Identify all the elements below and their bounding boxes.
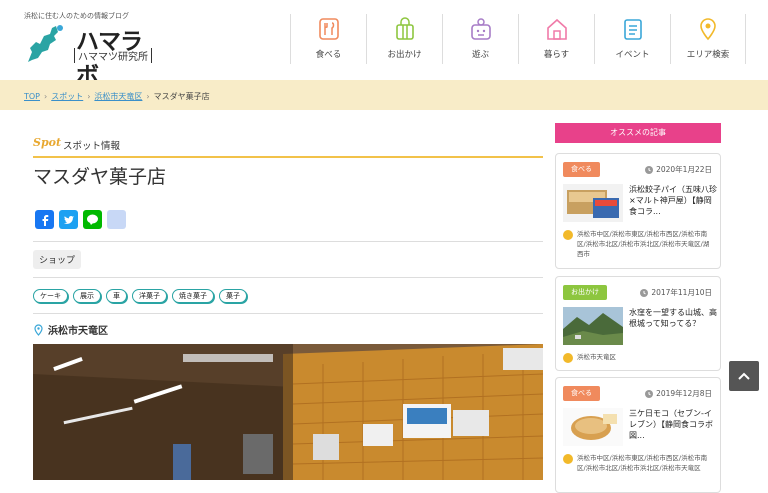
spot-script-label: Spot [33, 136, 62, 149]
map-pin-icon [695, 16, 721, 42]
chevron-up-icon [738, 372, 750, 380]
spot-heading: Spot スポット情報 [33, 136, 543, 158]
dining-icon [316, 16, 342, 42]
article-thumbnail[interactable] [563, 184, 623, 222]
article-title[interactable]: 三ケ日モコ（セブン-イレブン）【静岡食コラボ図... [629, 408, 717, 441]
article-thumbnail[interactable] [563, 307, 623, 345]
nav-item-living[interactable]: 暮らす [518, 14, 594, 64]
divider [33, 313, 543, 314]
nav-label: 遊ぶ [471, 50, 489, 60]
category-tag[interactable]: ショップ [33, 250, 82, 269]
breadcrumb-bar: TOP › スポット › 浜松市天竜区 › マスダヤ菓子店 [0, 80, 768, 110]
main-content: Spot スポット情報 マスダヤ菓子店 ショップ ケーキ 展示 車 洋菓子 焼き… [33, 110, 543, 480]
nav-item-outing[interactable]: お出かけ [366, 14, 442, 64]
article-date: 2019年12月8日 [645, 388, 712, 399]
date-text: 2019年12月8日 [656, 389, 712, 398]
house-icon [544, 16, 570, 42]
article-date: 2017年11月10日 [640, 287, 712, 298]
calendar-icon [620, 16, 646, 42]
tag-item[interactable]: 車 [106, 289, 127, 303]
sidebar-heading: オススメの記事 [555, 123, 721, 143]
share-buttons [35, 210, 126, 229]
recommended-article-card[interactable]: 食べる 2020年1月22日 浜松餃子パイ（五味八珍×マルト神戸屋）【静岡食コラ… [555, 153, 721, 269]
area-text: 浜松市天竜区 [48, 326, 108, 337]
breadcrumb-current: マスダヤ菓子店 [153, 92, 210, 101]
line-icon [87, 214, 98, 225]
recommended-article-card[interactable]: お出かけ 2017年11月10日 水窪を一望する山城、高根城って知ってる？ 浜松… [555, 276, 721, 371]
nav-label: イベント [615, 50, 650, 60]
sidebar: オススメの記事 食べる 2020年1月22日 浜松餃子パイ（五味八珍×マルト神戸… [555, 123, 721, 493]
play-icon [468, 16, 494, 42]
recommended-article-card[interactable]: 食べる 2019年12月8日 三ケ日モコ（セブン-イレブン）【静岡食コラボ図..… [555, 377, 721, 493]
chevron-right-icon: › [146, 92, 150, 101]
date-text: 2017年11月10日 [651, 288, 712, 297]
site-tagline: 浜松に住む人のための情報ブログ [24, 12, 129, 20]
clock-icon [645, 165, 654, 174]
twitter-icon [63, 215, 74, 224]
logo-map-icon [28, 25, 63, 62]
tag-item[interactable]: 焼き菓子 [172, 289, 214, 303]
article-thumbnail[interactable] [563, 408, 623, 446]
area-text: 浜松市天竜区 [577, 353, 616, 361]
pie-package-image [563, 184, 623, 222]
area-text: 浜松市中区/浜松市東区/浜松市西区/浜松市南区/浜松市北区/浜松市浜北区/浜松市… [577, 454, 708, 472]
facebook-icon [42, 214, 48, 226]
breadcrumb-spot-link[interactable]: スポット [51, 91, 83, 102]
twitter-share-button[interactable] [59, 210, 78, 229]
page-title: マスダヤ菓子店 [33, 166, 167, 188]
divider [33, 241, 543, 242]
area-label[interactable]: 浜松市天竜区 [33, 322, 108, 337]
nav-item-area-search[interactable]: エリア検索 [670, 14, 746, 64]
pin-icon [563, 353, 573, 363]
bag-icon [392, 16, 418, 42]
main-nav: 食べる お出かけ 遊ぶ 暮らす イベント エリア検索 [290, 14, 746, 64]
nav-label: 食べる [315, 50, 342, 60]
breadcrumb: TOP › スポット › 浜松市天竜区 › マスダヤ菓子店 [24, 91, 210, 102]
line-share-button[interactable] [83, 210, 102, 229]
category-badge: 食べる [563, 162, 600, 177]
article-area: 浜松市天竜区 [563, 352, 715, 363]
date-text: 2020年1月22日 [656, 165, 712, 174]
clock-icon [640, 288, 649, 297]
back-to-top-button[interactable] [729, 361, 759, 391]
tag-item[interactable]: ケーキ [33, 289, 68, 303]
location-icon [34, 323, 43, 336]
spot-label: スポット情報 [63, 141, 121, 152]
article-title[interactable]: 浜松餃子パイ（五味八珍×マルト神戸屋）【静岡食コラ... [629, 184, 717, 217]
nav-item-event[interactable]: イベント [594, 14, 670, 64]
tag-item[interactable]: 洋菓子 [132, 289, 167, 303]
pin-icon [563, 454, 573, 464]
shop-interior-image [33, 344, 543, 480]
facebook-share-button[interactable] [35, 210, 54, 229]
site-logo[interactable]: ハマラボ ハママツ研究所 [22, 22, 152, 89]
shop-photo [33, 344, 543, 480]
share-more-button[interactable] [107, 210, 126, 229]
article-title[interactable]: 水窪を一望する山城、高根城って知ってる？ [629, 307, 717, 329]
site-header: 浜松に住む人のための情報ブログ ハマラボ ハママツ研究所 食べる お出かけ 遊ぶ [0, 0, 768, 89]
category-badge: 食べる [563, 386, 600, 401]
nav-label: 暮らす [543, 50, 570, 60]
breadcrumb-top-link[interactable]: TOP [24, 92, 40, 101]
tag-item[interactable]: 菓子 [219, 289, 247, 303]
nav-item-eat[interactable]: 食べる [290, 14, 366, 64]
nav-label: エリア検索 [686, 50, 730, 60]
divider [33, 277, 543, 278]
breadcrumb-area-link[interactable]: 浜松市天竜区 [94, 91, 142, 102]
article-date: 2020年1月22日 [645, 164, 712, 175]
article-area: 浜松市中区/浜松市東区/浜松市西区/浜松市南区/浜松市北区/浜松市浜北区/浜松市… [563, 453, 715, 473]
nav-item-play[interactable]: 遊ぶ [442, 14, 518, 64]
article-area: 浜松市中区/浜松市東区/浜松市西区/浜松市南区/浜松市北区/浜松市浜北区/浜松市… [563, 229, 715, 259]
tag-item[interactable]: 展示 [73, 289, 101, 303]
clock-icon [645, 389, 654, 398]
mountain-image [563, 307, 623, 345]
tag-list: ケーキ 展示 車 洋菓子 焼き菓子 菓子 [33, 289, 247, 303]
pin-icon [563, 230, 573, 240]
chevron-right-icon: › [87, 92, 91, 101]
area-text: 浜松市中区/浜松市東区/浜松市西区/浜松市南区/浜松市北区/浜松市浜北区/浜松市… [577, 230, 710, 258]
chevron-right-icon: › [44, 92, 48, 101]
nav-label: お出かけ [387, 50, 422, 60]
pastry-image [563, 408, 623, 446]
logo-subtext: ハママツ研究所 [74, 48, 152, 63]
category-badge: お出かけ [563, 285, 607, 300]
